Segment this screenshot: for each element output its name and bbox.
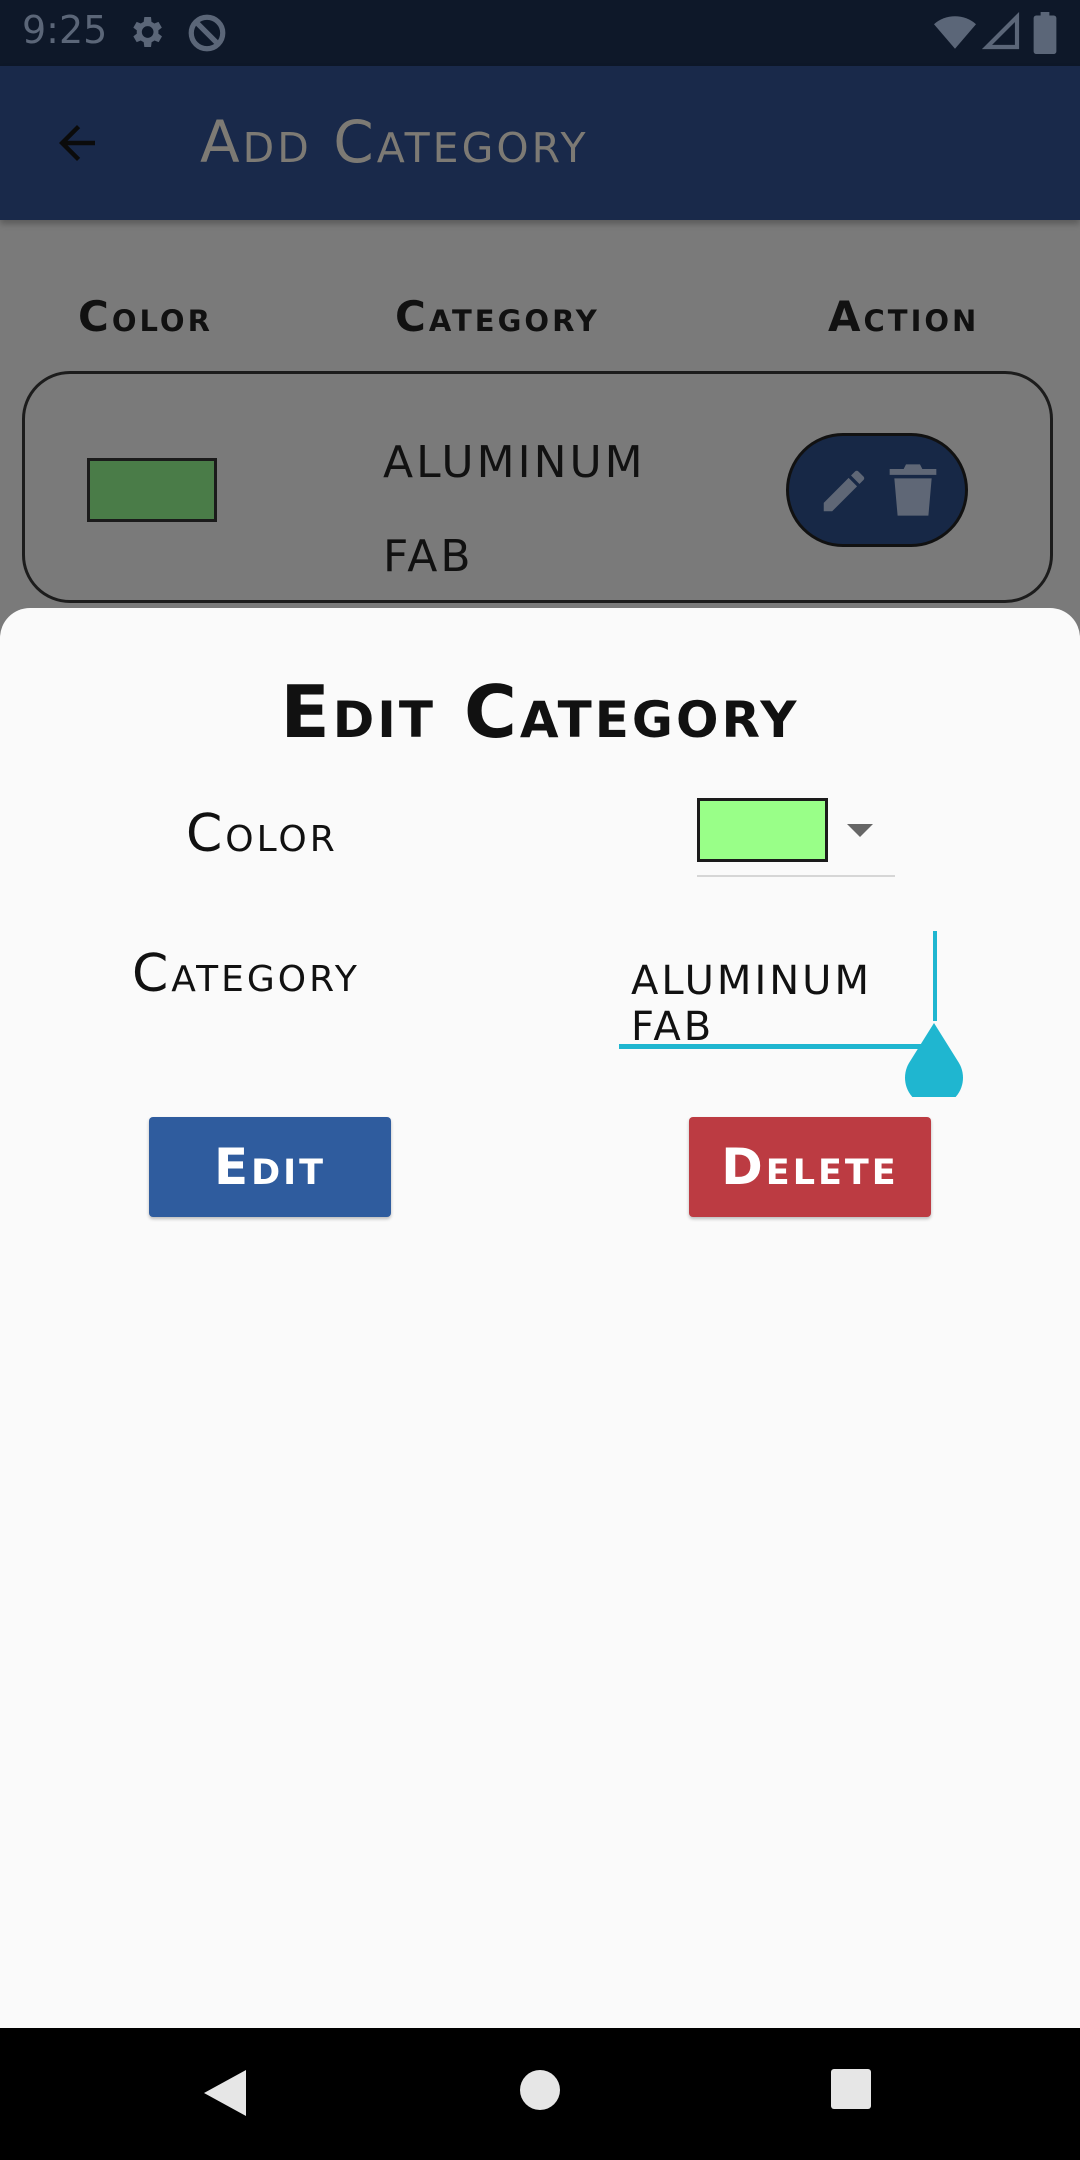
text-cursor <box>933 931 937 1021</box>
back-arrow-icon[interactable] <box>50 116 104 174</box>
chevron-down-icon <box>847 824 873 837</box>
edit-pencil-icon[interactable] <box>817 464 871 522</box>
column-header-category: Category <box>395 292 600 341</box>
color-dropdown[interactable] <box>697 798 895 877</box>
category-input-value: ALUMINUM FAB <box>631 958 872 1050</box>
status-time: 9:25 <box>22 8 108 52</box>
text-selection-handle[interactable] <box>903 1023 963 1107</box>
column-header-color: Color <box>78 292 213 341</box>
delete-button[interactable]: Delete <box>689 1117 931 1217</box>
column-header-action: Action <box>828 292 980 341</box>
edit-button[interactable]: Edit <box>149 1117 391 1217</box>
app-bar: Add Category <box>0 66 1080 220</box>
row-color-swatch <box>87 458 217 522</box>
cell-signal-icon <box>981 11 1022 56</box>
trash-icon[interactable] <box>889 462 937 522</box>
category-label: Category <box>132 944 360 1004</box>
input-underline <box>619 1044 935 1049</box>
row-category-name: ALUMINUM FAB <box>383 437 646 582</box>
navigation-bar <box>0 2028 1080 2160</box>
sheet-title: Edit Category <box>280 670 800 754</box>
selected-color-swatch <box>697 798 828 862</box>
wifi-icon <box>934 12 976 58</box>
category-row: ALUMINUM FAB <box>22 371 1053 603</box>
nav-back-icon[interactable] <box>202 2068 248 2122</box>
page-title: Add Category <box>200 108 589 176</box>
nav-recents-icon[interactable] <box>830 2068 872 2114</box>
do-not-disturb-icon <box>186 12 228 58</box>
color-label: Color <box>186 804 338 864</box>
battery-icon <box>1032 12 1058 58</box>
status-bar: 9:25 <box>0 0 1080 66</box>
nav-home-icon[interactable] <box>518 2068 562 2116</box>
settings-icon <box>126 12 166 56</box>
row-actions-pill <box>786 433 968 547</box>
edit-category-sheet: Edit Category Color Category ALUMINUM FA… <box>0 608 1080 2028</box>
category-input[interactable]: ALUMINUM FAB <box>619 928 939 1050</box>
